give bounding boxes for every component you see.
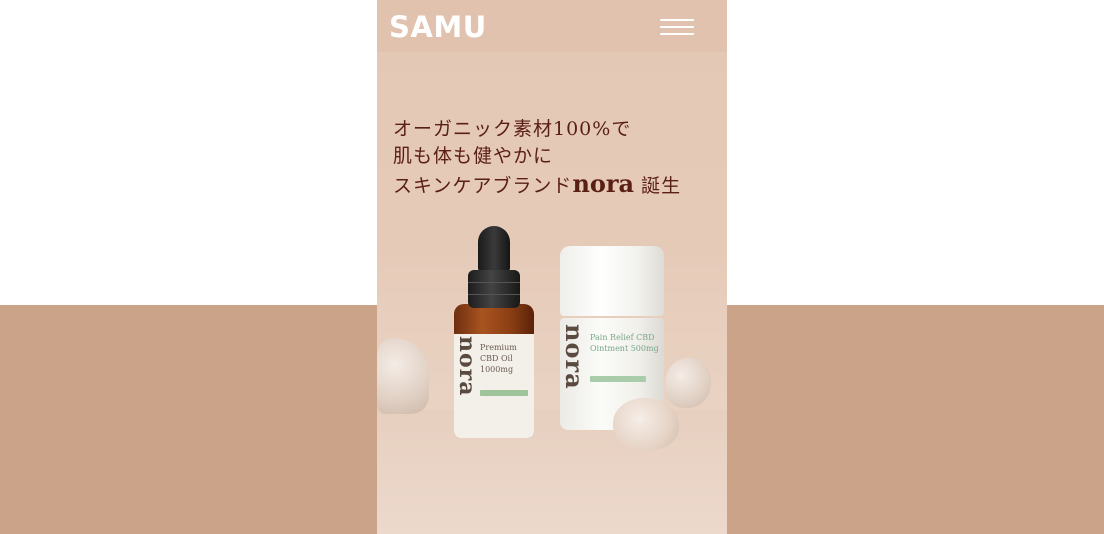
dropper-collar [468,270,520,308]
stone-decoration [377,338,429,414]
hamburger-menu-icon[interactable] [657,16,697,38]
dropper-bulb [478,226,510,272]
headline-line-1: オーガニック素材100%で [393,118,632,140]
bottle-green-tag [480,390,528,396]
menu-line [660,19,694,21]
mobile-page: SAMU オーガニック素材100%で 肌も体も健やかに スキンケアブランドnor… [377,0,727,534]
jar-product-name: Pain Relief CBD Ointment 500mg [590,333,659,353]
cbd-oil-bottle: nora Premium CBD Oil 1000mg [454,226,534,438]
hero-headline: オーガニック素材100%で 肌も体も健やかに スキンケアブランドnora 誕生 [393,116,723,200]
site-logo[interactable]: SAMU [389,10,487,44]
headline-line-2: 肌も体も健やかに [393,145,554,167]
stone-decoration [665,358,711,408]
right-background-band [727,305,1104,534]
headline-line-3: スキンケアブランドnora 誕生 [393,170,723,200]
stone-decoration [613,398,679,450]
bottle-product-name: Premium CBD Oil 1000mg [480,343,517,374]
left-background-band [0,305,377,534]
headline-line-3-suffix: 誕生 [641,175,682,197]
jar-cap [560,246,664,316]
product-hero-image: nora Premium CBD Oil 1000mg nora Pain Re… [377,220,727,534]
jar-brand: nora [560,324,589,390]
headline-brand-name: nora [572,169,635,198]
headline-line-3-prefix: スキンケアブランド [393,175,573,197]
site-header: SAMU [377,0,727,52]
bottle-brand: nora [454,336,480,397]
menu-line [660,26,694,28]
jar-green-tag [590,376,646,382]
menu-line [660,33,694,35]
